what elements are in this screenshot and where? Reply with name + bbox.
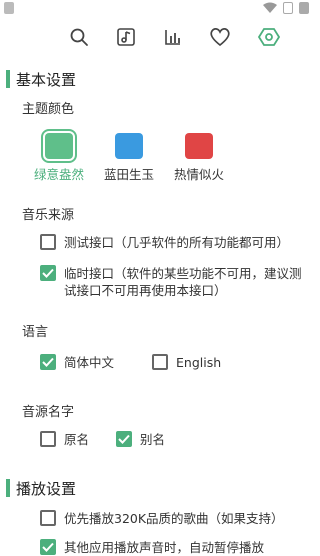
playback-auto-pause[interactable]: 其他应用播放声音时，自动暂停播放 — [40, 539, 310, 556]
settings-icon[interactable] — [257, 26, 281, 48]
checkbox-label: English — [176, 355, 222, 370]
checkbox-label: 临时接口（软件的某些功能不可用，建议测试接口不可用再使用本接口） — [64, 266, 302, 298]
wifi-icon — [263, 2, 277, 13]
section-title-text: 基本设置 — [16, 70, 77, 89]
checkbox-checked[interactable] — [40, 265, 56, 281]
checkbox-label: 简体中文 — [64, 355, 115, 370]
checkbox-unchecked[interactable] — [40, 510, 56, 526]
swatch-label: 热情似火 — [174, 167, 225, 182]
source-name-original[interactable]: 原名 — [40, 431, 89, 448]
section-basic-settings: 基本设置 — [6, 68, 76, 90]
language-zh[interactable]: 简体中文 — [40, 354, 114, 371]
heart-icon[interactable] — [208, 26, 232, 48]
theme-option-red[interactable]: 热情似火 — [174, 133, 224, 183]
checkbox-checked[interactable] — [116, 431, 132, 447]
check-icon — [42, 357, 54, 367]
checkbox-label: 优先播放320K品质的歌曲（如果支持） — [64, 511, 284, 526]
section-accent-bar — [6, 479, 10, 497]
checkbox-unchecked[interactable] — [40, 431, 56, 447]
check-icon — [42, 542, 54, 552]
search-icon[interactable] — [67, 26, 91, 48]
chart-icon[interactable] — [161, 26, 185, 48]
checkbox-label: 测试接口（几乎软件的所有功能都可用） — [64, 235, 290, 250]
notification-icon — [4, 2, 14, 14]
source-name-alias[interactable]: 别名 — [116, 431, 165, 448]
swatch-red — [185, 133, 213, 159]
checkbox-checked[interactable] — [40, 354, 56, 370]
music-note-icon[interactable] — [114, 26, 138, 48]
section-playback-settings: 播放设置 — [6, 477, 76, 499]
music-source-label: 音乐来源 — [22, 208, 75, 223]
swatch-label: 绿意盎然 — [34, 167, 85, 182]
checkbox-checked[interactable] — [40, 539, 56, 555]
source-name-label: 音源名字 — [22, 405, 75, 420]
theme-option-blue[interactable]: 蓝田生玉 — [104, 133, 154, 183]
source-temp-api[interactable]: 临时接口（软件的某些功能不可用，建议测试接口不可用再使用本接口） — [40, 265, 310, 299]
swatch-green — [41, 129, 77, 163]
source-test-api[interactable]: 测试接口（几乎软件的所有功能都可用） — [40, 234, 310, 251]
battery-icon — [299, 2, 309, 14]
language-label: 语言 — [22, 325, 49, 340]
playback-prefer-320k[interactable]: 优先播放320K品质的歌曲（如果支持） — [40, 510, 310, 527]
swatch-label: 蓝田生玉 — [104, 167, 155, 182]
language-en[interactable]: English — [152, 354, 221, 371]
check-icon — [42, 268, 54, 278]
theme-color-label: 主题颜色 — [22, 102, 75, 117]
top-toolbar — [0, 22, 313, 52]
checkbox-label: 别名 — [140, 432, 166, 447]
section-title-text: 播放设置 — [16, 479, 77, 498]
theme-option-green[interactable]: 绿意盎然 — [34, 129, 85, 183]
status-bar — [0, 0, 313, 18]
checkbox-label: 其他应用播放声音时，自动暂停播放 — [64, 540, 265, 555]
checkbox-unchecked[interactable] — [40, 234, 56, 250]
swatch-blue — [115, 133, 143, 159]
sim-icon — [283, 2, 293, 14]
checkbox-unchecked[interactable] — [152, 354, 168, 370]
check-icon — [118, 434, 130, 444]
section-accent-bar — [6, 70, 10, 88]
checkbox-label: 原名 — [64, 432, 90, 447]
